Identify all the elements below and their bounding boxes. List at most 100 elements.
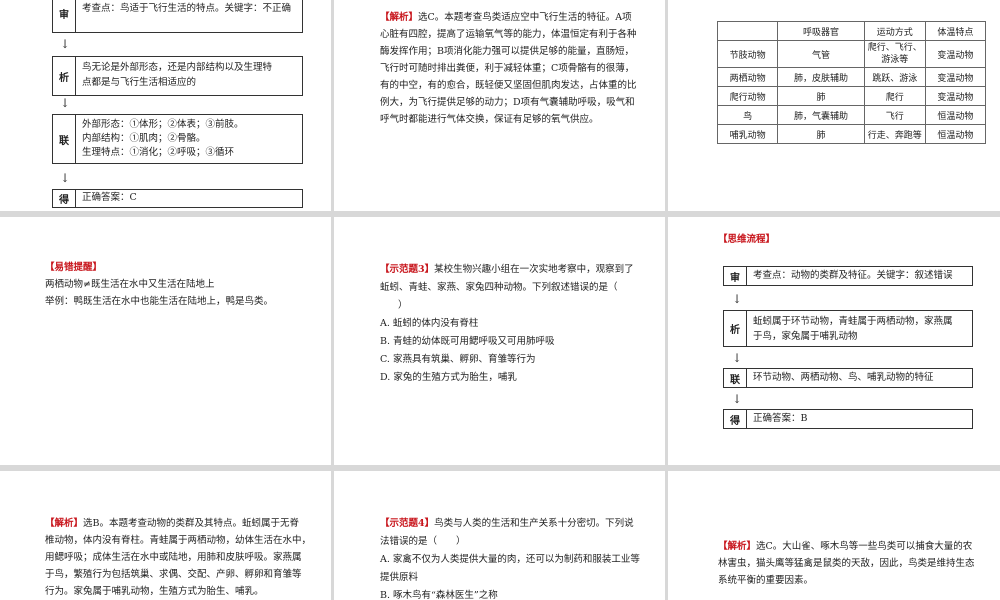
analysis-line: 有的中空，有的愈合，既轻便又坚固但肌肉发达，占体重的比 xyxy=(380,80,637,91)
table-cell: 爬行 xyxy=(863,86,926,106)
option-a: A. 家禽不仅为人类提供大量的肉，还可以为制药和服装工业等 xyxy=(380,554,640,565)
table-cell: 鸟 xyxy=(716,105,779,125)
question-stem: 某校生物兴趣小组在一次实地考察中，观察到了 xyxy=(434,264,634,275)
reminder-label: 【易错提醒】 xyxy=(45,262,103,273)
answer-tag: 得 xyxy=(53,190,76,207)
slide-1-thinking-flow: 审 考查点：鸟适于飞行生活的特点。关键字：不正确 ↓ 析 鸟无论是外部形态，还是… xyxy=(0,0,331,211)
analysis-tag: 析 xyxy=(724,311,747,346)
analysis-line: 呼气时都能进行气体交换，保证有足够的氧气供应。 xyxy=(380,114,599,125)
table-cell: 爬行、飞行、游泳等 xyxy=(863,40,926,68)
review-row: 审 考查点：鸟适于飞行生活的特点。关键字：不正确 xyxy=(52,0,303,33)
table-cell: 行走、奔跑等 xyxy=(863,124,926,144)
table-cell: 恒温动物 xyxy=(924,105,987,125)
reminder-line: 举例：鸭既生活在水中也能生活在陆地上，鸭是鸟类。 xyxy=(45,296,274,307)
question-4: 【示范题4】鸟类与人类的生活和生产关系十分密切。下列说 法错误的是（ ） A. … xyxy=(380,515,660,600)
analysis-line: 系统平衡的重要因素。 xyxy=(718,575,814,586)
analysis-row: 析 蚯蚓属于环节动物，青蛙属于两栖动物，家燕属 于鸟，家兔属于哺乳动物 xyxy=(723,310,973,347)
analysis-line: 于鸟，繁殖行为包括筑巢、求偶、交配、产卵、孵卵和育雏等 xyxy=(45,569,302,580)
link-line: 内部结构：①肌肉；②骨骼。 xyxy=(82,133,206,144)
table-row: 节肢动物 气管 爬行、飞行、游泳等 变温动物 xyxy=(716,40,987,68)
table-cell: 肺 xyxy=(777,124,865,144)
option-b: B. 啄木鸟有“森林医生”之称 xyxy=(380,590,498,600)
option-a-cont: 提供原料 xyxy=(380,572,419,583)
table-row: 爬行动物 肺 爬行 变温动物 xyxy=(716,86,987,106)
table-cell: 变温动物 xyxy=(924,86,987,106)
review-tag: 审 xyxy=(724,267,747,285)
table-cell: 恒温动物 xyxy=(924,124,987,144)
down-arrow-icon: ↓ xyxy=(732,292,743,306)
table-cell: 节肢动物 xyxy=(716,40,779,68)
table-cell: 气管 xyxy=(777,40,865,68)
option-b: B. 青蛙的幼体既可用鳃呼吸又可用肺呼吸 xyxy=(380,336,555,347)
analysis-line: 选B。本题考查动物的类群及其特点。蚯蚓属于无脊 xyxy=(83,518,299,529)
answer-row: 得 正确答案：B xyxy=(723,409,973,429)
option-d: D. 家兔的生殖方式为胎生，哺乳 xyxy=(380,372,517,383)
slide-6-thinking-flow: 【思维流程】 审 考查点：动物的类群及特征。关键字：叙述错误 ↓ 析 蚯蚓属于环… xyxy=(668,217,1000,465)
down-arrow-icon: ↓ xyxy=(60,37,71,51)
question-3: 【示范题3】某校生物兴趣小组在一次实地考察中，观察到了 蚯蚓、青蛙、家燕、家兔四… xyxy=(380,261,660,387)
analysis-line: 蚯蚓属于环节动物，青蛙属于两栖动物，家燕属 xyxy=(753,316,953,327)
answer-text: 正确答案：C xyxy=(82,192,137,203)
analysis-line: 林害虫，猫头鹰等猛禽是鼠类的天敌，因此，鸟类是维持生态 xyxy=(718,558,975,569)
analysis-label: 【解析】 xyxy=(380,12,419,23)
analysis-paragraph: 【解析】选B。本题考查动物的类群及其特点。蚯蚓属于无脊 椎动物，体内没有脊柱。青… xyxy=(45,515,325,600)
table-row: 鸟 肺，气囊辅助 飞行 恒温动物 xyxy=(716,105,987,125)
flow-label: 【思维流程】 xyxy=(718,234,776,245)
slide-7-analysis: 【解析】选B。本题考查动物的类群及其特点。蚯蚓属于无脊 椎动物，体内没有脊柱。青… xyxy=(0,471,331,600)
slide-9-analysis: 【解析】选C。大山雀、啄木鸟等一些鸟类可以捕食大量的农 林害虫，猫头鹰等猛禽是鼠… xyxy=(668,471,1000,600)
slide-3-comparison-table: 呼吸器官 运动方式 体温特点 节肢动物 气管 爬行、飞行、游泳等 变温动物 两栖… xyxy=(668,0,1000,211)
analysis-paragraph: 【解析】选C。本题考查鸟类适应空中飞行生活的特征。A项 心脏有四腔，提高了运输氧… xyxy=(380,9,658,128)
analysis-line: 点都是与飞行生活相适应的 xyxy=(82,77,197,88)
review-tag: 审 xyxy=(53,0,76,32)
analysis-line: 酶发挥作用；B项消化能力强可以提供足够的能量，直肠短， xyxy=(380,46,634,57)
down-arrow-icon: ↓ xyxy=(732,351,743,365)
analysis-line: 选C。大山雀、啄木鸟等一些鸟类可以捕食大量的农 xyxy=(756,541,973,552)
table-cell: 跳跃、游泳 xyxy=(863,67,926,87)
analysis-line: 行为。家兔属于哺乳动物，生殖方式为胎生、哺乳。 xyxy=(45,586,264,597)
analysis-tag: 析 xyxy=(53,57,76,95)
review-row: 审 考查点：动物的类群及特征。关键字：叙述错误 xyxy=(723,266,973,286)
table-row: 哺乳动物 肺 行走、奔跑等 恒温动物 xyxy=(716,124,987,144)
table-header-cell: 运动方式 xyxy=(863,21,926,41)
reminder-line: 两栖动物≠既生活在水中又生活在陆地上 xyxy=(45,279,215,290)
table-cell: 肺 xyxy=(777,86,865,106)
review-text: 考查点：鸟适于飞行生活的特点。关键字：不正确 xyxy=(82,3,292,14)
table-cell: 哺乳动物 xyxy=(716,124,779,144)
question-label: 【示范题3】 xyxy=(380,264,435,275)
answer-row: 得 正确答案：C xyxy=(52,189,303,208)
analysis-line: 选C。本题考查鸟类适应空中飞行生活的特征。A项 xyxy=(418,12,632,23)
link-tag: 联 xyxy=(724,369,747,387)
slide-2-analysis: 【解析】选C。本题考查鸟类适应空中飞行生活的特征。A项 心脏有四腔，提高了运输氧… xyxy=(334,0,665,211)
table-header-row: 呼吸器官 运动方式 体温特点 xyxy=(716,21,987,41)
option-a: A. 蚯蚓的体内没有脊柱 xyxy=(380,318,479,329)
link-line: 生理特点：①消化；②呼吸；③循环 xyxy=(82,147,235,158)
reminder-paragraph: 【易错提醒】 两栖动物≠既生活在水中又生活在陆地上 举例：鸭既生活在水中也能生活… xyxy=(45,259,325,310)
table-header-cell xyxy=(716,21,779,41)
link-tag: 联 xyxy=(53,115,76,163)
analysis-line: 鸟无论是外部形态，还是内部结构以及生理特 xyxy=(82,62,273,73)
analysis-label: 【解析】 xyxy=(718,541,757,552)
analysis-line: 例大，为飞行提供足够的动力；D项有气囊辅助呼吸，吸气和 xyxy=(380,97,635,108)
analysis-row: 析 鸟无论是外部形态，还是内部结构以及生理特 点都是与飞行生活相适应的 xyxy=(52,56,303,96)
table-cell: 变温动物 xyxy=(924,67,987,87)
table-header-cell: 体温特点 xyxy=(924,21,987,41)
question-stem: ） xyxy=(398,300,408,311)
slide-4-mistake-reminder: 【易错提醒】 两栖动物≠既生活在水中又生活在陆地上 举例：鸭既生活在水中也能生活… xyxy=(0,217,331,465)
question-label: 【示范题4】 xyxy=(380,518,435,529)
link-row: 联 外部形态：①体形；②体表；③前肢。 内部结构：①肌肉；②骨骼。 生理特点：①… xyxy=(52,114,303,164)
slide-5-example-question-3: 【示范题3】某校生物兴趣小组在一次实地考察中，观察到了 蚯蚓、青蛙、家燕、家兔四… xyxy=(334,217,665,465)
analysis-paragraph: 【解析】选C。大山雀、啄木鸟等一些鸟类可以捕食大量的农 林害虫，猫头鹰等猛禽是鼠… xyxy=(718,538,996,589)
table-cell: 肺，皮肤辅助 xyxy=(777,67,865,87)
down-arrow-icon: ↓ xyxy=(732,392,743,406)
down-arrow-icon: ↓ xyxy=(60,171,71,185)
question-stem: 蚯蚓、青蛙、家燕、家兔四种动物。下列叙述错误的是（ xyxy=(380,282,618,293)
table-cell: 两栖动物 xyxy=(716,67,779,87)
answer-text: 正确答案：B xyxy=(753,413,808,424)
link-text: 环节动物、两栖动物、鸟、哺乳动物的特征 xyxy=(753,372,934,383)
answer-tag: 得 xyxy=(724,410,747,428)
question-stem: 鸟类与人类的生活和生产关系十分密切。下列说 xyxy=(434,518,634,529)
question-stem: 法错误的是（ ） xyxy=(380,536,466,547)
table-header-cell: 呼吸器官 xyxy=(777,21,865,41)
analysis-line: 心脏有四腔，提高了运输氧气等的能力，体温恒定有利于各种 xyxy=(380,29,637,40)
slide-8-example-question-4: 【示范题4】鸟类与人类的生活和生产关系十分密切。下列说 法错误的是（ ） A. … xyxy=(334,471,665,600)
